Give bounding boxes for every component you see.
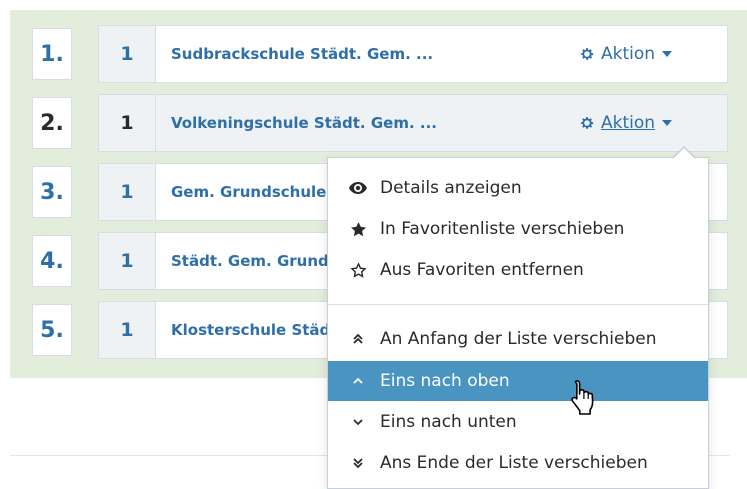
menu-item-label: Eins nach oben [380, 371, 510, 391]
count-cell: 1 [99, 164, 156, 220]
count-cell: 1 [99, 302, 156, 358]
rank-number: 5. [32, 304, 72, 356]
rank-number: 3. [32, 166, 72, 218]
menu-item-fav-remove[interactable]: Aus Favoriten entfernen [328, 250, 708, 290]
menu-item-label: Aus Favoriten entfernen [380, 260, 584, 280]
gear-icon [581, 117, 594, 129]
action-dropdown-button[interactable]: Aktion [579, 95, 673, 151]
count-cell: 1 [99, 233, 156, 289]
action-dropdown-button[interactable]: Aktion [579, 26, 673, 82]
rank-number: 4. [32, 235, 72, 287]
double-chevron-up-icon [346, 333, 370, 345]
count-cell: 1 [99, 95, 156, 151]
action-dropdown-menu: Details anzeigen In Favoritenliste versc… [327, 157, 709, 489]
eye-icon [346, 182, 370, 194]
menu-item-label: Eins nach unten [380, 412, 517, 432]
star-filled-icon [346, 221, 370, 238]
menu-item-label: An Anfang der Liste verschieben [380, 329, 657, 349]
action-label: Aktion [601, 113, 656, 133]
chevron-up-icon [346, 377, 370, 385]
rank-number: 2. [32, 97, 72, 149]
menu-item-fav-move[interactable]: In Favoritenliste verschieben [328, 209, 708, 249]
count-cell: 1 [99, 26, 156, 82]
menu-pointer-fill [674, 148, 694, 158]
menu-item-move-down[interactable]: Eins nach unten [328, 402, 708, 442]
menu-item-move-up[interactable]: Eins nach oben [328, 361, 708, 401]
menu-item-label: Ans Ende der Liste verschieben [380, 453, 648, 473]
school-card: 1 Volkeningschule Städt. Gem. ... Aktion [98, 94, 728, 152]
double-chevron-down-icon [346, 457, 370, 469]
school-name-link[interactable]: Sudbrackschule Städt. Gem. ... [171, 26, 511, 82]
caret-down-icon [662, 120, 673, 126]
action-label: Aktion [601, 44, 656, 64]
hand-pointer-cursor-icon [571, 380, 594, 415]
menu-item-details[interactable]: Details anzeigen [328, 168, 708, 208]
menu-item-move-to-top[interactable]: An Anfang der Liste verschieben [328, 319, 708, 359]
star-outline-icon [346, 261, 370, 279]
menu-divider [328, 304, 708, 305]
caret-down-icon [662, 51, 673, 57]
menu-item-move-to-bottom[interactable]: Ans Ende der Liste verschieben [328, 443, 708, 483]
menu-item-label: Details anzeigen [380, 178, 522, 198]
school-card: 1 Sudbrackschule Städt. Gem. ... Aktion [98, 25, 728, 83]
school-name-link[interactable]: Volkeningschule Städt. Gem. ... [171, 95, 511, 151]
rank-number: 1. [32, 28, 72, 80]
chevron-down-icon [346, 418, 370, 426]
menu-item-label: In Favoritenliste verschieben [380, 219, 625, 239]
gear-icon [581, 48, 594, 60]
